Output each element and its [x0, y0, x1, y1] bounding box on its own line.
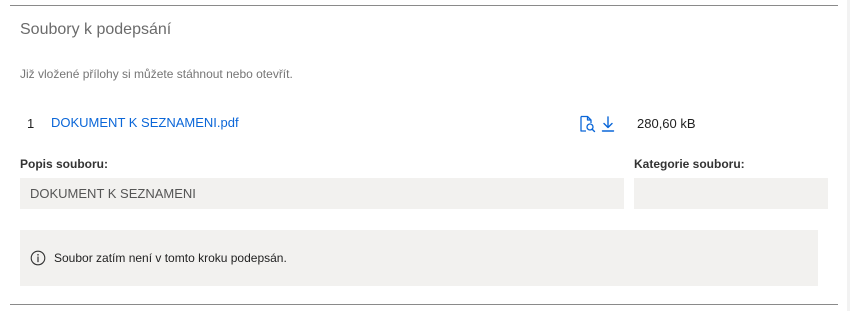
file-name-link[interactable]: DOKUMENT K SEZNAMENI.pdf [51, 115, 239, 130]
category-field[interactable] [634, 178, 828, 209]
category-label: Kategorie souboru: [634, 157, 745, 171]
file-row: 1 DOKUMENT K SEZNAMENI.pdf 280,60 kB [0, 113, 850, 135]
section-subtitle: Již vložené přílohy si můžete stáhnout n… [20, 67, 293, 81]
description-field[interactable] [20, 178, 624, 209]
description-label: Popis souboru: [20, 157, 108, 171]
file-size: 280,60 kB [637, 116, 696, 131]
top-divider [10, 5, 838, 6]
download-icon[interactable] [599, 115, 617, 133]
file-index: 1 [27, 116, 35, 131]
signature-status-notice: Soubor zatím není v tomto kroku podepsán… [20, 230, 818, 286]
bottom-divider [10, 304, 838, 305]
file-preview-icon[interactable] [578, 115, 596, 133]
section-title: Soubory k podepsání [20, 21, 172, 38]
info-text: Soubor zatím není v tomto kroku podepsán… [54, 251, 287, 265]
info-icon [30, 250, 46, 266]
